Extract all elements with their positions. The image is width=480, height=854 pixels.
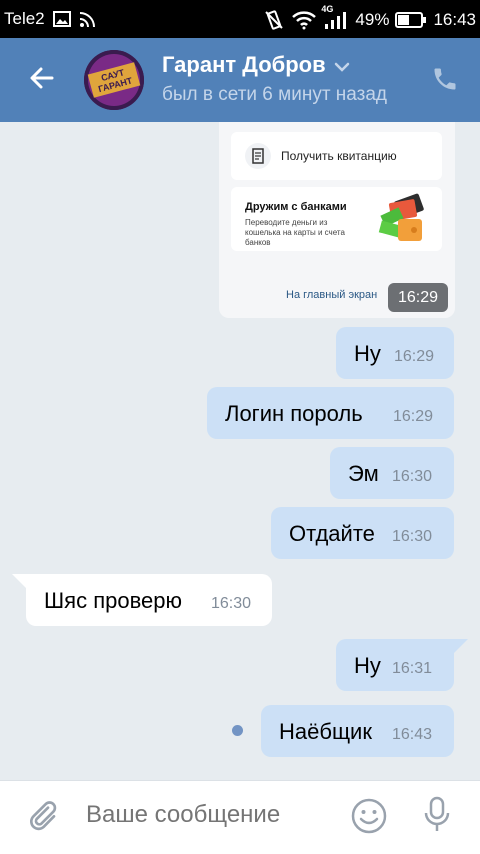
vibrate-icon bbox=[263, 9, 285, 31]
message-bubble[interactable]: Наёбщик 16:43 bbox=[261, 705, 454, 757]
main-screen-link[interactable]: На главный экран bbox=[286, 289, 377, 301]
message-time: 16:43 bbox=[392, 726, 433, 743]
chevron-down-icon bbox=[334, 52, 350, 78]
carrier-label: Tele2 bbox=[4, 9, 45, 28]
card-timestamp: 16:29 bbox=[388, 283, 448, 312]
message-time: 16:29 bbox=[394, 348, 435, 365]
avatar-image: САУТ ГАРАНТ bbox=[84, 50, 144, 110]
attach-button[interactable] bbox=[24, 799, 60, 835]
message-text: Ну bbox=[354, 341, 381, 366]
clock: 16:43 bbox=[433, 10, 476, 29]
message-time: 16:31 bbox=[392, 660, 433, 677]
receipt-button[interactable]: Получить квитанцию bbox=[231, 132, 442, 180]
message-text: Шяс проверю bbox=[44, 588, 182, 613]
bank-promo-description: Переводите деньги из кошелька на карты и… bbox=[245, 218, 345, 247]
back-arrow-icon bbox=[28, 64, 56, 97]
message-time: 16:30 bbox=[211, 595, 252, 612]
bank-promo-card[interactable]: Дружим с банками Переводите деньги из ко… bbox=[231, 187, 442, 251]
battery-percent: 49% bbox=[355, 10, 390, 29]
message-time: 16:29 bbox=[393, 408, 434, 425]
message-text: Отдайте bbox=[289, 521, 375, 546]
chat-header: САУТ ГАРАНТ Гарант Добров был в сети 6 м… bbox=[0, 38, 480, 122]
microphone-icon bbox=[422, 796, 452, 839]
chat-area[interactable]: Получить квитанцию Дружим с банками Пере… bbox=[0, 122, 480, 780]
battery-icon bbox=[395, 11, 427, 29]
signal-icon: 4G bbox=[321, 4, 349, 30]
message-bubble[interactable]: Ну 16:31 bbox=[336, 639, 454, 691]
contact-status: был в сети 6 минут назад bbox=[162, 84, 388, 105]
image-icon bbox=[52, 11, 71, 27]
receipt-icon bbox=[245, 143, 271, 169]
wifi-icon bbox=[291, 10, 317, 30]
receipt-label: Получить квитанцию bbox=[281, 149, 397, 163]
message-composer bbox=[0, 780, 480, 854]
message-text: Эм bbox=[348, 461, 379, 486]
contact-name: Гарант Добров bbox=[162, 52, 326, 77]
phone-icon bbox=[431, 65, 459, 98]
bank-promo-title: Дружим с банками bbox=[245, 201, 347, 213]
cast-icon bbox=[79, 10, 97, 28]
message-bubble[interactable]: Эм 16:30 bbox=[330, 447, 454, 499]
message-input[interactable] bbox=[86, 801, 326, 829]
emoji-button[interactable] bbox=[350, 798, 388, 839]
message-time: 16:30 bbox=[392, 468, 433, 485]
contact-name-row[interactable]: Гарант Добров bbox=[162, 52, 412, 78]
message-bubble[interactable]: Ну 16:29 bbox=[336, 327, 454, 379]
message-bubble[interactable]: Логин пороль 16:29 bbox=[207, 387, 454, 439]
money-illustration bbox=[378, 193, 424, 241]
avatar[interactable]: САУТ ГАРАНТ bbox=[84, 50, 144, 110]
message-bubble[interactable]: Отдайте 16:30 bbox=[271, 507, 454, 559]
message-text: Ну bbox=[354, 653, 381, 678]
emoji-icon bbox=[351, 798, 387, 839]
message-time: 16:30 bbox=[392, 528, 433, 545]
network-label: 4G bbox=[321, 4, 334, 14]
outgoing-bubble-tail bbox=[454, 639, 468, 653]
status-bar: Tele2 4G 49% 16:43 bbox=[0, 0, 480, 38]
message-text: Логин пороль bbox=[225, 401, 363, 426]
unread-indicator bbox=[232, 725, 243, 736]
paperclip-icon bbox=[26, 799, 58, 836]
message-bubble[interactable]: Шяс проверю 16:30 bbox=[26, 574, 272, 626]
call-button[interactable] bbox=[428, 64, 462, 98]
message-text: Наёбщик bbox=[279, 719, 372, 744]
voice-message-button[interactable] bbox=[418, 796, 456, 839]
back-button[interactable] bbox=[22, 60, 62, 100]
incoming-bubble-tail bbox=[12, 574, 26, 588]
